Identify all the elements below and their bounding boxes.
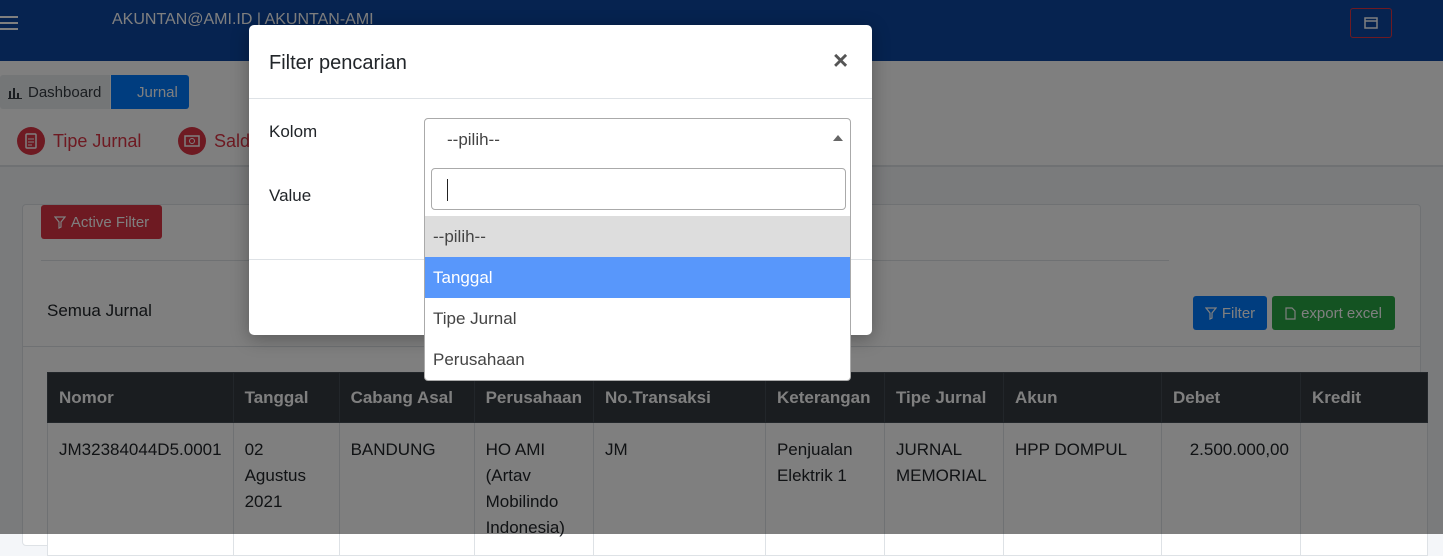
dropdown-option[interactable]: Tipe Jurnal — [425, 298, 850, 339]
value-label: Value — [269, 186, 312, 205]
caret-up-icon — [833, 135, 843, 141]
dropdown-option[interactable]: Perusahaan — [425, 339, 850, 380]
modal-header: Filter pencarian × — [249, 25, 872, 99]
close-icon[interactable]: × — [833, 47, 848, 73]
kolom-select-value: --pilih-- — [447, 130, 500, 149]
kolom-dropdown: --pilih-- Tanggal Tipe Jurnal Perusahaan — [424, 162, 851, 381]
kolom-select[interactable]: --pilih-- — [424, 118, 851, 163]
dropdown-search-input[interactable] — [431, 168, 846, 210]
dropdown-option-highlighted[interactable]: Tanggal — [425, 257, 850, 298]
dropdown-option[interactable]: --pilih-- — [425, 216, 850, 257]
kolom-label: Kolom — [269, 122, 318, 141]
text-cursor — [447, 179, 448, 201]
modal-title: Filter pencarian — [269, 52, 407, 74]
